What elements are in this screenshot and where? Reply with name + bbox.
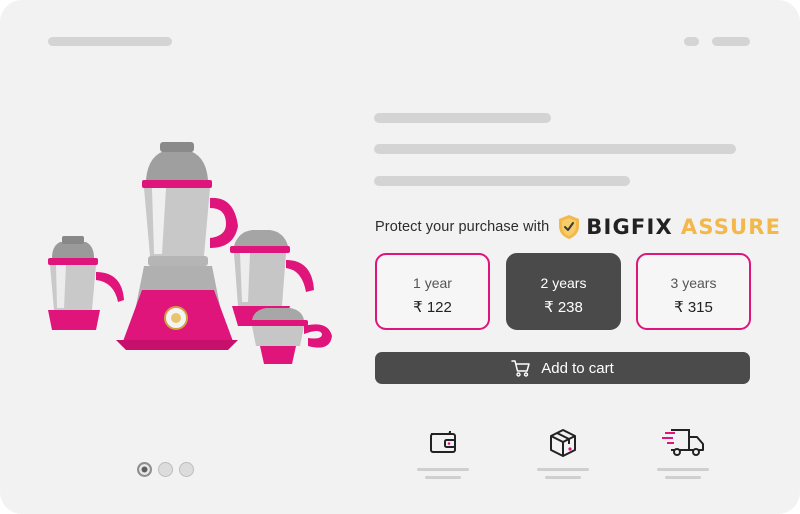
plan-option-2-years[interactable]: 2 years ₹ 238 (506, 253, 621, 330)
chutney-jar (248, 308, 332, 364)
description-placeholder-1 (374, 144, 736, 154)
feature-placeholder-line (545, 476, 581, 479)
package-icon (550, 429, 576, 457)
mixer-grinder-product-image (48, 142, 332, 364)
plan-term: 2 years (540, 275, 587, 291)
feature-placeholder-line (417, 468, 469, 471)
wallet-icon (430, 431, 456, 453)
carousel-dot-3[interactable] (179, 462, 194, 477)
header-placeholder-left (48, 37, 172, 46)
feature-placeholder-line (425, 476, 461, 479)
add-to-cart-button[interactable]: Add to cart (375, 352, 750, 384)
header-placeholder-small (684, 37, 699, 46)
protection-prefix-text: Protect your purchase with (375, 219, 550, 235)
plan-option-1-year[interactable]: 1 year ₹ 122 (375, 253, 490, 330)
feature-wallet (417, 428, 469, 479)
feature-placeholder-line (657, 468, 709, 471)
brand-name-secondary: ASSURE (680, 215, 782, 239)
plan-term: 1 year (413, 275, 452, 291)
plan-price: ₹ 238 (544, 299, 583, 316)
plan-price: ₹ 122 (413, 299, 452, 316)
brand-name-primary: BIGFIX (586, 215, 673, 239)
feature-package (537, 428, 589, 479)
small-jar (48, 236, 124, 330)
title-placeholder (374, 113, 551, 123)
plan-option-3-years[interactable]: 3 years ₹ 315 (636, 253, 751, 330)
carousel-dot-1[interactable] (137, 462, 152, 477)
carousel-dot-2[interactable] (158, 462, 173, 477)
shield-check-icon (559, 215, 580, 239)
feature-delivery (657, 428, 709, 479)
protection-header: Protect your purchase with BIGFIX ASSURE (375, 212, 781, 242)
feature-placeholder-line (537, 468, 589, 471)
cart-icon (511, 360, 530, 377)
add-to-cart-label: Add to cart (541, 359, 614, 377)
plan-price: ₹ 315 (674, 299, 713, 316)
plan-term: 3 years (670, 275, 717, 291)
header-placeholder-right (712, 37, 750, 46)
feature-placeholder-line (665, 476, 701, 479)
main-jar-and-base (116, 142, 238, 350)
delivery-truck-icon (662, 429, 704, 456)
product-card: Protect your purchase with BIGFIX ASSURE… (0, 0, 800, 514)
description-placeholder-2 (374, 176, 630, 186)
